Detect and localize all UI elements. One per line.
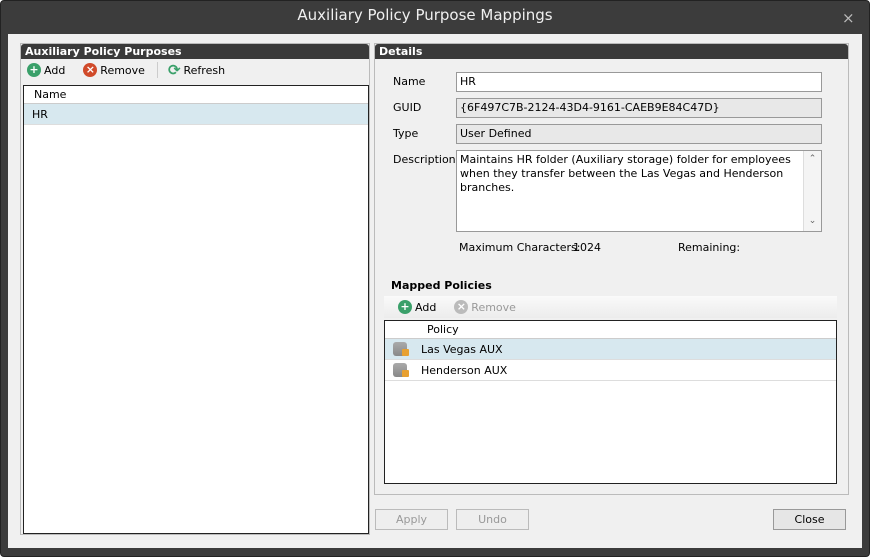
guid-field: {6F497C7B-2124-43D4-9161-CAEB9E84C47D} — [456, 98, 822, 118]
column-header-name[interactable]: Name — [24, 86, 368, 104]
undo-button[interactable]: Undo — [456, 509, 529, 530]
policy-database-icon — [393, 363, 409, 377]
remove-icon: × — [454, 300, 469, 314]
remaining-label: Remaining: — [678, 241, 741, 254]
name-label: Name — [393, 75, 426, 88]
purposes-header: Auxiliary Policy Purposes — [21, 44, 369, 59]
remove-icon: × — [83, 63, 98, 77]
plus-icon: + — [27, 63, 41, 77]
remove-policy-button[interactable]: × Remove — [454, 300, 516, 314]
purposes-list[interactable]: Name HR — [23, 85, 369, 534]
toolbar-divider — [156, 62, 158, 78]
apply-button[interactable]: Apply — [375, 509, 448, 530]
name-field[interactable]: HR — [456, 72, 822, 92]
column-header-policy[interactable]: Policy — [385, 321, 836, 339]
purposes-toolbar: + Add × Remove ⟳ Refresh — [21, 59, 369, 81]
description-label: Description — [393, 153, 456, 166]
refresh-icon: ⟳ — [167, 61, 181, 79]
max-characters-value: 1024 — [573, 241, 601, 254]
remove-button[interactable]: × Remove — [83, 63, 145, 77]
type-label: Type — [393, 127, 419, 140]
add-button[interactable]: + Add — [27, 63, 65, 77]
policies-list[interactable]: Policy Las Vegas AUX Henderson AUX — [384, 320, 837, 484]
max-characters-label: Maximum Characters: — [459, 241, 581, 254]
description-scrollbar[interactable]: ⌃ ⌄ — [803, 151, 821, 231]
type-field: User Defined — [456, 124, 822, 144]
add-policy-button[interactable]: + Add — [398, 300, 436, 314]
mapped-toolbar: + Add × Remove — [384, 296, 837, 318]
guid-label: GUID — [393, 101, 422, 114]
close-button[interactable]: Close — [773, 509, 846, 530]
window-title: Auxiliary Policy Purpose Mappings — [297, 6, 553, 24]
table-row[interactable]: Henderson AUX — [385, 360, 836, 381]
policy-database-icon — [393, 342, 409, 356]
close-icon[interactable]: × — [842, 9, 855, 27]
description-textarea[interactable]: Maintains HR folder (Auxiliary storage) … — [456, 150, 822, 232]
table-row[interactable]: Las Vegas AUX — [385, 339, 836, 360]
list-item[interactable]: HR — [24, 104, 368, 125]
details-header: Details — [375, 44, 848, 59]
purposes-panel: Auxiliary Policy Purposes + Add × Remove ⟳… — [20, 43, 370, 535]
refresh-button[interactable]: ⟳ Refresh — [168, 61, 225, 79]
mapped-policies-header: Mapped Policies — [391, 279, 492, 292]
plus-icon: + — [398, 300, 412, 314]
